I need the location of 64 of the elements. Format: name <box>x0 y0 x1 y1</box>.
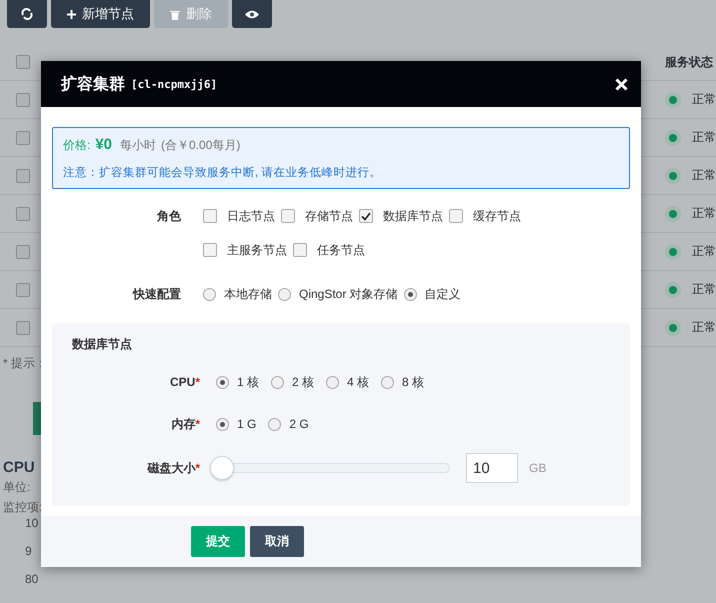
status-text: 正常 <box>692 281 716 298</box>
field-label: 磁盘大小* <box>146 460 200 476</box>
price-label: 价格: <box>63 137 90 154</box>
cpu-radio[interactable]: 8 核 <box>381 373 424 391</box>
view-button[interactable] <box>232 0 272 28</box>
role-checkbox[interactable]: 缓存节点 <box>449 207 521 225</box>
config-radio[interactable]: 本地存储 <box>203 285 272 303</box>
checkbox[interactable] <box>16 244 30 258</box>
unit-label: 单位: <box>3 479 30 496</box>
check-icon <box>361 212 371 220</box>
status-text: 正常 <box>692 129 716 146</box>
status-text: 正常 <box>692 91 716 108</box>
memory-radio[interactable]: 2 G <box>268 415 309 433</box>
role-checkbox[interactable]: 数据库节点 <box>359 207 443 225</box>
field-label: 内存* <box>170 416 200 432</box>
dialog-title: 扩容集群 <box>61 74 125 94</box>
monthly-price: (合￥0.00每月) <box>161 137 240 154</box>
refresh-button[interactable] <box>7 0 47 28</box>
field-label: 角色 <box>156 208 182 225</box>
checkbox[interactable] <box>16 206 30 220</box>
checkbox[interactable] <box>16 55 30 69</box>
cpu-radio[interactable]: 4 核 <box>326 373 370 391</box>
disk-slider[interactable] <box>210 456 450 480</box>
metric-label: 监控项: <box>3 499 42 516</box>
price-unit: 每小时 <box>120 137 156 154</box>
field-label: 快速配置 <box>132 286 182 303</box>
chart-title: CPU <box>3 459 35 476</box>
role-checkbox[interactable]: 任务节点 <box>293 241 365 259</box>
axis-tick-label: 10 <box>25 516 38 530</box>
slider-handle[interactable] <box>210 456 234 480</box>
column-header: 服务状态 <box>665 54 714 70</box>
price-amount: ¥0 <box>95 136 112 153</box>
config-radio[interactable]: 自定义 <box>404 285 461 303</box>
axis-tick-label: 80 <box>25 572 38 586</box>
refresh-icon <box>21 8 33 20</box>
memory-radio[interactable]: 1 G <box>216 415 256 433</box>
cpu-radio[interactable]: 1 核 <box>216 373 260 391</box>
role-checkbox[interactable]: 主服务节点 <box>203 241 287 259</box>
axis-tick-label: 9 <box>25 544 32 558</box>
status-text: 正常 <box>692 167 716 184</box>
eye-icon <box>245 10 259 18</box>
status-text: 正常 <box>692 205 716 222</box>
disk-size-input[interactable]: 10 <box>466 453 518 483</box>
panel-title: 数据库节点 <box>72 336 133 353</box>
checkbox[interactable] <box>16 168 30 182</box>
unit-label: GB <box>529 461 546 475</box>
cpu-radio[interactable]: 2 核 <box>271 373 314 391</box>
cancel-button[interactable]: 取消 <box>250 526 304 557</box>
add-button[interactable]: 新增节点 <box>51 0 150 28</box>
trash-icon <box>170 8 180 20</box>
checkbox[interactable] <box>16 282 30 296</box>
status-text: 正常 <box>692 319 716 336</box>
notice-text: 注意：扩容集群可能会导致服务中断, 请在业务低峰时进行。 <box>63 165 382 180</box>
field-label: CPU* <box>168 375 200 389</box>
cluster-id: [cl-ncpmxjj6] <box>131 78 218 90</box>
checkbox[interactable] <box>16 130 30 144</box>
role-checkbox[interactable]: 日志节点 <box>203 207 275 225</box>
plus-icon <box>67 10 76 18</box>
config-radio[interactable]: QingStor 对象存储 <box>278 285 398 303</box>
checkbox[interactable] <box>16 92 30 106</box>
checkbox[interactable] <box>16 320 30 334</box>
role-checkbox[interactable]: 存储节点 <box>281 207 353 225</box>
close-icon[interactable] <box>615 78 628 90</box>
status-text: 正常 <box>692 243 716 260</box>
